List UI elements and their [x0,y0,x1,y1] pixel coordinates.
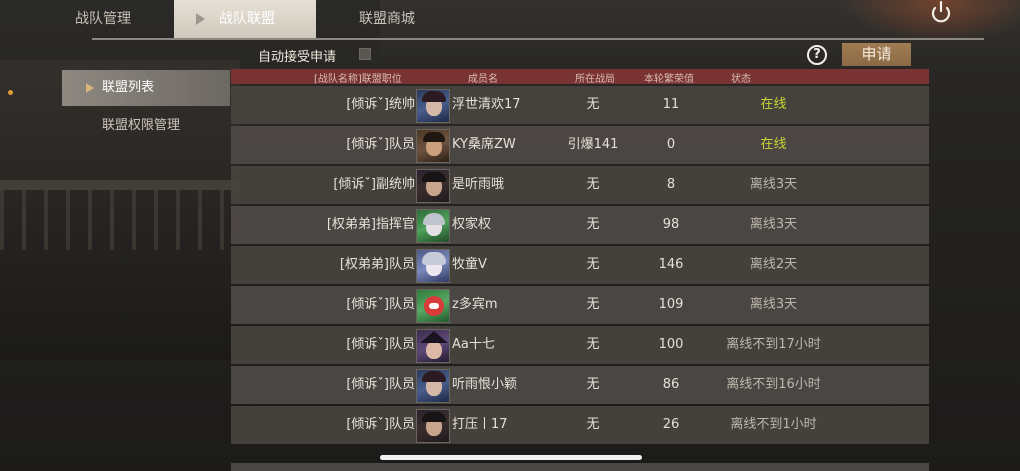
member-name: 是听雨哦 [452,177,505,192]
avatar[interactable] [416,409,450,443]
member-status: 离线不到17小时 [726,337,821,352]
avatar[interactable] [416,129,450,163]
member-prosperity: 100 [658,337,684,352]
table-row[interactable]: [倾诉ˇ]队员 KY桑席ZW 引爆141 0 在线 [231,126,929,164]
auto-accept-label: 自动接受申请 [258,50,337,65]
header-position: [战队名称]联盟职位 [314,74,402,85]
table-row[interactable]: [倾诉ˇ]队员 打压丨17 无 26 离线不到1小时 [231,406,929,444]
member-position: [倾诉ˇ]队员 [346,377,415,392]
table-row-partial [231,463,929,471]
table-row[interactable]: [权弟弟]队员 牧童V 无 146 离线2天 [231,246,929,284]
member-name: 听雨恨小颖 [452,377,518,392]
member-position: [权弟弟]指挥官 [326,217,415,232]
top-tab-bar: 战队管理 战队联盟 联盟商城 [0,0,1020,40]
table-header: [战队名称]联盟职位 成员名 所在战局 本轮繁荣值 状态 [231,69,929,85]
power-icon [931,0,951,23]
member-position: [倾诉ˇ]队员 [346,297,415,312]
member-battlefield: 无 [586,417,600,432]
table-row[interactable]: [倾诉ˇ]副统帅 是听雨哦 无 8 离线3天 [231,166,929,204]
member-status: 离线3天 [749,297,798,312]
member-status: 离线3天 [749,217,798,232]
table-row[interactable]: [倾诉ˇ]队员 听雨恨小颖 无 86 离线不到16小时 [231,366,929,404]
member-prosperity: 109 [658,297,684,312]
avatar[interactable] [416,249,450,283]
member-prosperity: 26 [662,417,680,432]
member-name: z多宾m [452,297,498,312]
member-prosperity: 11 [662,97,680,112]
member-status: 在线 [760,137,787,152]
triangle-right-icon [196,13,205,25]
power-button[interactable] [926,0,956,24]
member-prosperity: 0 [666,137,676,152]
member-battlefield: 无 [586,177,600,192]
member-position: [倾诉ˇ]队员 [346,337,415,352]
member-battlefield: 无 [586,217,600,232]
auto-accept-checkbox[interactable] [359,48,371,60]
tab-team-alliance[interactable]: 战队联盟 [174,0,316,38]
apply-button[interactable]: 申请 [842,43,911,66]
avatar[interactable] [416,209,450,243]
member-status: 离线不到1小时 [730,417,817,432]
sidebar-item-label: 联盟列表 [102,80,155,95]
help-icon[interactable]: ? [807,45,827,65]
member-name: 打压丨17 [452,417,508,432]
member-status: 离线不到16小时 [726,377,821,392]
table-row[interactable]: [倾诉ˇ]队员 z多宾m 无 109 离线3天 [231,286,929,324]
tab-team-alliance-label: 战队联盟 [219,11,275,27]
table-row[interactable]: [倾诉ˇ]统帅 浮世清欢17 无 11 在线 [231,86,929,124]
member-position: [倾诉ˇ]队员 [346,417,415,432]
member-name: 浮世清欢17 [452,97,521,112]
member-prosperity: 8 [666,177,676,192]
member-battlefield: 无 [586,257,600,272]
sidebar-item-alliance-permissions[interactable]: 联盟权限管理 [62,108,230,144]
member-position: [倾诉ˇ]统帅 [346,97,415,112]
member-name: KY桑席ZW [452,137,516,152]
tab-divider [92,38,984,40]
member-prosperity: 98 [662,217,680,232]
lantern-dot [8,90,13,95]
background-rail [0,190,230,250]
member-table: [战队名称]联盟职位 成员名 所在战局 本轮繁荣值 状态 [倾诉ˇ]统帅 浮世清欢… [231,69,929,471]
member-battlefield: 无 [586,97,600,112]
avatar[interactable] [416,289,450,323]
avatar[interactable] [416,369,450,403]
member-position: [倾诉ˇ]队员 [346,137,415,152]
member-name: Aa十七 [452,337,495,352]
sidebar-item-label: 联盟权限管理 [102,118,181,133]
member-status: 在线 [760,97,787,112]
avatar[interactable] [416,329,450,363]
member-battlefield: 引爆141 [567,137,619,152]
member-status: 离线3天 [749,177,798,192]
member-prosperity: 86 [662,377,680,392]
header-status: 状态 [731,74,751,85]
triangle-right-icon [86,83,94,93]
tab-alliance-shop[interactable]: 联盟商城 [332,0,442,38]
member-position: [倾诉ˇ]副统帅 [333,177,415,192]
auto-accept-row: 自动接受申请 ? 申请 [240,42,930,68]
header-prosperity: 本轮繁荣值 [644,74,694,85]
member-battlefield: 无 [586,337,600,352]
table-row[interactable]: [倾诉ˇ]队员 Aa十七 无 100 离线不到17小时 [231,326,929,364]
member-name: 权家权 [452,217,492,232]
member-status: 离线2天 [749,257,798,272]
sidebar-item-alliance-list[interactable]: 联盟列表 [62,70,230,106]
member-battlefield: 无 [586,377,600,392]
avatar[interactable] [416,169,450,203]
member-prosperity: 146 [658,257,684,272]
member-name: 牧童V [452,257,487,272]
table-row[interactable]: [权弟弟]指挥官 权家权 无 98 离线3天 [231,206,929,244]
header-member: 成员名 [468,74,498,85]
header-battlefield: 所在战局 [575,74,615,85]
tab-team-management[interactable]: 战队管理 [48,0,158,38]
member-battlefield: 无 [586,297,600,312]
avatar[interactable] [416,89,450,123]
member-position: [权弟弟]队员 [339,257,415,272]
home-indicator[interactable] [380,455,642,460]
